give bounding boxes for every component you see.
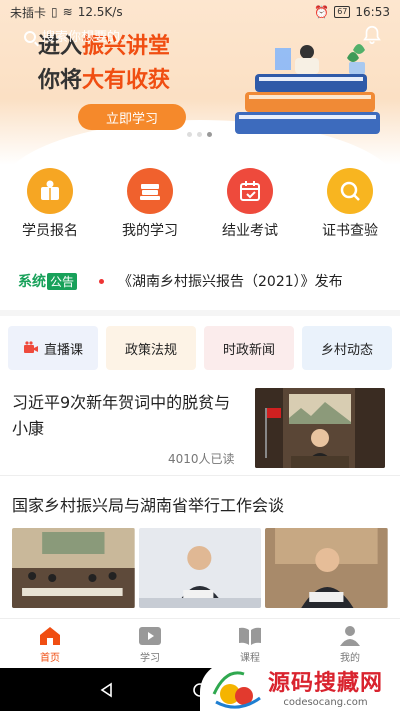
news-read-count: 4010人已读 (168, 452, 235, 466)
tab-live-class[interactable]: 直播课 (8, 326, 98, 370)
home-icon (40, 627, 60, 645)
tab-rural-news[interactable]: 乡村动态 (302, 326, 392, 370)
books-illustration (235, 44, 380, 134)
battery-icon: 67 (334, 6, 351, 18)
watermark-logo (212, 671, 261, 709)
system-notice[interactable]: 系统 公告 《湖南乡村振兴报告（2021）》发布 (0, 262, 400, 300)
video-camera-icon (23, 341, 38, 353)
banner-title-part2: 你将 (38, 68, 83, 93)
news-thumbnail[interactable] (265, 528, 389, 608)
search-icon (24, 31, 36, 43)
bottom-navigation: 首页 学习 课程 我的 (0, 618, 400, 668)
search-input[interactable] (42, 29, 192, 45)
carousel-indicators (187, 132, 212, 137)
watermark: 源码搜藏网 codesocang.com (200, 662, 400, 711)
news-item[interactable]: 习近平9次新年贺词中的脱贫与小康 4010人已读 (0, 386, 400, 476)
wifi-icon: ≋ (62, 5, 73, 19)
quick-item-my-study[interactable]: 我的学习 (105, 168, 195, 243)
notification-bell-icon[interactable] (361, 24, 383, 46)
clock: 16:53 (355, 5, 390, 19)
quick-item-certificate[interactable]: 证书查验 (305, 168, 395, 243)
news-title[interactable]: 国家乡村振兴局与湖南省举行工作会谈 (12, 492, 284, 516)
quick-item-enroll[interactable]: 学员报名 (5, 168, 95, 243)
tab-label: 时政新闻 (222, 342, 275, 358)
carrier-text: 未插卡 (10, 5, 47, 20)
notice-label: 系统 (18, 274, 46, 290)
bullet-icon (99, 278, 105, 284)
carousel-dot[interactable] (197, 132, 202, 137)
nav-course[interactable]: 课程 (210, 619, 290, 668)
notice-badge: 公告 (47, 272, 78, 290)
nav-label: 首页 (40, 653, 60, 664)
news-title[interactable]: 习近平9次新年贺词中的脱贫与小康 (12, 390, 242, 442)
alarm-icon: ⏰ (314, 5, 330, 19)
section-divider (0, 310, 400, 316)
search-bar[interactable] (14, 25, 354, 49)
quick-label: 我的学习 (122, 223, 178, 239)
learn-now-button[interactable]: 立即学习 (78, 104, 186, 130)
news-image[interactable] (255, 388, 385, 468)
watermark-url: codesocang.com (283, 697, 368, 708)
books-icon (127, 168, 173, 214)
play-icon (139, 627, 161, 645)
network-speed: 12.5K/s (77, 5, 123, 19)
quick-label: 学员报名 (22, 223, 78, 239)
quick-label: 证书查验 (322, 223, 378, 239)
quick-label: 结业考试 (222, 223, 278, 239)
nav-home[interactable]: 首页 (10, 619, 90, 668)
watermark-title: 源码搜藏网 (268, 671, 384, 696)
book-person-icon (27, 168, 73, 214)
notice-text[interactable]: 《湖南乡村振兴报告（2021）》发布 (118, 271, 343, 291)
carousel-dot[interactable] (187, 132, 192, 137)
news-thumbnail[interactable] (12, 528, 135, 608)
news-image-gallery[interactable] (12, 528, 389, 608)
search-icon (327, 168, 373, 214)
app-screen: 进入振兴讲堂 你将大有收获 立即学习 未插卡 ▯ ≋ 12.5K/s ⏰ 67 … (0, 0, 400, 711)
category-tabs: 直播课 政策法规 时政新闻 乡村动态 (8, 326, 392, 370)
quick-item-exam[interactable]: 结业考试 (205, 168, 295, 243)
nav-label: 学习 (140, 653, 160, 664)
sim-icon: ▯ (51, 5, 58, 19)
tab-policy[interactable]: 政策法规 (106, 326, 196, 370)
tab-current-news[interactable]: 时政新闻 (204, 326, 294, 370)
back-icon[interactable] (99, 682, 115, 698)
carousel-dot-active[interactable] (207, 132, 212, 137)
tab-label: 乡村动态 (320, 342, 373, 358)
nav-study[interactable]: 学习 (110, 619, 190, 668)
person-icon (340, 626, 360, 646)
open-book-icon (239, 627, 261, 645)
news-thumbnail[interactable] (138, 528, 262, 608)
tab-label: 政策法规 (124, 342, 177, 358)
banner-title-highlight2: 大有收获 (82, 68, 171, 93)
status-bar: 未插卡 ▯ ≋ 12.5K/s ⏰ 67 16:53 (0, 0, 400, 24)
tab-label: 直播课 (43, 342, 83, 358)
banner-title-line2: 你将大有收获 (38, 62, 170, 94)
quick-menu: 学员报名 我的学习 结业考试 证书查验 (0, 168, 400, 243)
nav-mine[interactable]: 我的 (310, 619, 390, 668)
calendar-check-icon (227, 168, 273, 214)
